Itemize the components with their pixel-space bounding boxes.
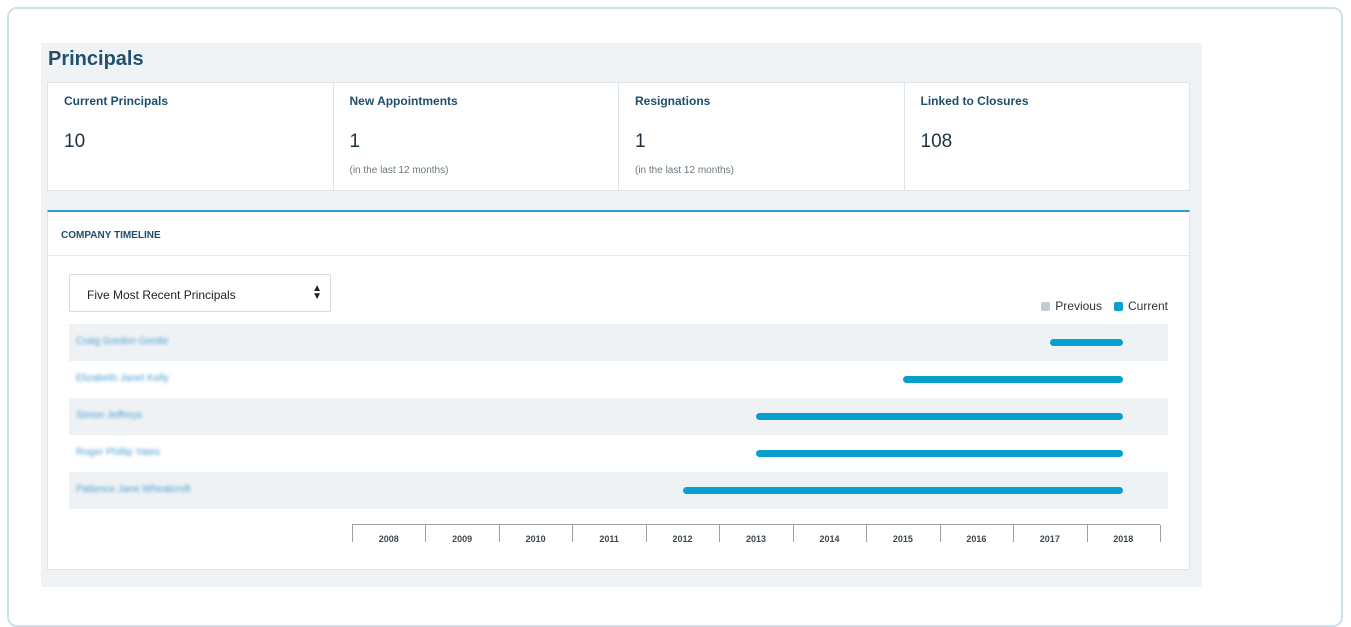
timeline-header: COMPANY TIMELINE: [48, 212, 1189, 256]
stat-label: Linked to Closures: [920, 94, 1029, 108]
axis-tick: [719, 525, 721, 542]
stat-value: 1: [349, 131, 361, 152]
stat-linked-closures: Linked to Closures 108: [905, 83, 1190, 190]
legend-label: Current: [1127, 299, 1168, 313]
timeline-row: Simon Jeffreys: [69, 398, 1168, 435]
stat-new-appointments: New Appointments 1 (in the last 12 month…: [334, 83, 619, 190]
company-timeline-card: COMPANY TIMELINE Five Most Recent Princi…: [47, 210, 1190, 570]
axis-tick: [1013, 525, 1015, 542]
axis-tick-label: 2011: [599, 534, 619, 544]
principal-name-link[interactable]: Simon Jeffreys: [76, 410, 142, 421]
axis-tick: [425, 525, 427, 542]
timeline-title: COMPANY TIMELINE: [61, 230, 161, 241]
axis-tick: [792, 525, 794, 542]
axis-tick-label: 2008: [378, 534, 399, 544]
principal-name-link[interactable]: Craig Gordon Gentle: [76, 336, 168, 347]
stat-resignations: Resignations 1 (in the last 12 months): [619, 83, 905, 190]
timeline-bar[interactable]: [756, 413, 1124, 420]
stat-note: (in the last 12 months): [349, 165, 449, 176]
legend-swatch-current: [1113, 301, 1123, 311]
axis-tick: [866, 525, 868, 542]
stat-label: Resignations: [635, 94, 711, 108]
axis-tick: [352, 525, 353, 542]
axis-tick: [572, 525, 574, 542]
stat-value: 1: [635, 131, 646, 152]
axis-tick-label: 2009: [452, 534, 473, 544]
timeline-row: Roger Phillip Yates: [69, 435, 1168, 472]
principal-name-link[interactable]: Roger Phillip Yates: [76, 447, 160, 458]
stat-value: 10: [64, 131, 86, 152]
axis-tick-label: 2014: [819, 534, 840, 544]
axis-tick: [1160, 525, 1161, 542]
axis-tick-label: 2012: [672, 534, 693, 544]
axis-tick-label: 2010: [525, 534, 546, 544]
timeline-bar[interactable]: [902, 376, 1124, 383]
timeline-bar[interactable]: [756, 450, 1124, 457]
timeline-row: Craig Gordon Gentle: [69, 324, 1168, 361]
timeline-row: Patience Jane Wheatcroft: [69, 472, 1168, 509]
stats-row: Current Principals 10 New Appointments 1…: [47, 82, 1190, 191]
axis-tick: [939, 525, 941, 542]
axis-tick: [1086, 525, 1088, 542]
chart-legend: Previous Current: [1029, 299, 1168, 313]
sort-arrows-icon: ▲ ▼: [312, 283, 322, 302]
timeline-bar[interactable]: [1049, 339, 1124, 346]
legend-swatch-previous: [1041, 301, 1051, 311]
select-value: Five Most Recent Principals: [87, 288, 236, 302]
timeline-row: Elizabeth Janet Kelly: [69, 361, 1168, 398]
principal-name-link[interactable]: Patience Jane Wheatcroft: [76, 484, 191, 495]
stat-note: (in the last 12 months): [635, 165, 734, 176]
principals-filter-select[interactable]: Five Most Recent Principals ▲ ▼: [69, 274, 331, 312]
legend-label: Previous: [1055, 299, 1102, 313]
year-axis: 2008 2009 2010 2011 2012 2013 2014 2015 2016 2017…: [352, 524, 1161, 545]
legend-previous: Previous: [1041, 299, 1102, 313]
axis-tick-label: 2016: [966, 534, 987, 544]
stat-label: New Appointments: [349, 94, 458, 108]
stat-label: Current Principals: [64, 94, 169, 108]
stat-current-principals: Current Principals 10: [48, 83, 334, 190]
axis-tick-label: 2017: [1039, 534, 1060, 544]
timeline-bar[interactable]: [682, 487, 1124, 494]
axis-tick-label: 2013: [745, 534, 767, 544]
axis-tick-label: 2015: [892, 534, 913, 544]
axis-tick-label: 2018: [1113, 534, 1134, 544]
page-title: Principals: [48, 48, 144, 70]
principal-name-link[interactable]: Elizabeth Janet Kelly: [76, 373, 169, 384]
axis-tick: [645, 525, 647, 542]
axis-tick: [498, 525, 500, 542]
legend-current: Current: [1113, 299, 1168, 313]
stat-value: 108: [920, 131, 953, 152]
